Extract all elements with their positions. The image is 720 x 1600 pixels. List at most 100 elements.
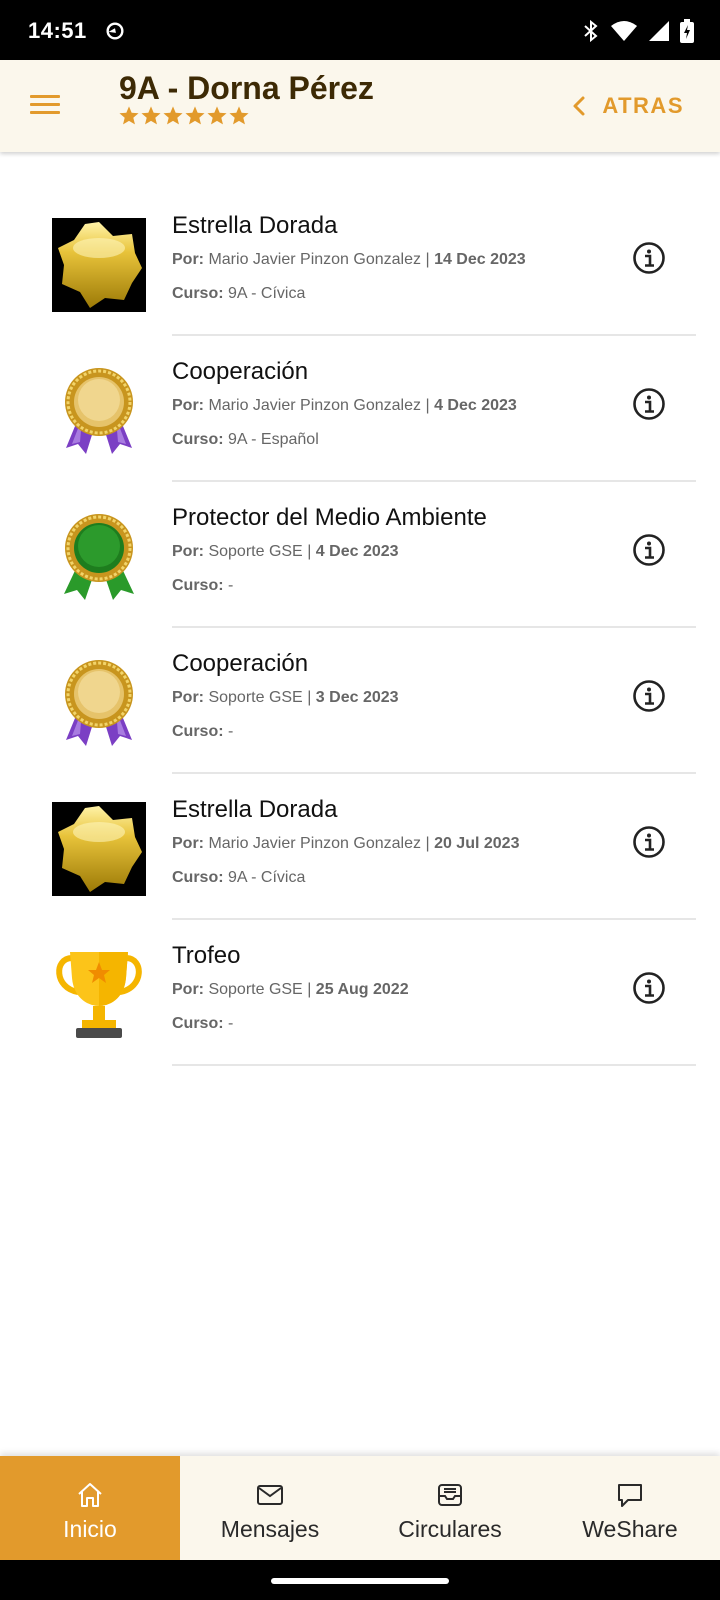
bottom-navigation: Inicio Mensajes Circulares WeShare [0, 1456, 720, 1560]
green-medal-icon [52, 510, 146, 604]
star-icon [185, 106, 205, 125]
award-course-line: Curso: 9A - Cívica [172, 868, 612, 888]
star-icon [119, 106, 139, 125]
award-author: Mario Javier Pinzon Gonzalez [208, 251, 421, 268]
inbox-icon [435, 1480, 465, 1510]
separator: | [307, 689, 312, 706]
course-label: Curso: [172, 577, 224, 594]
by-label: Por: [172, 981, 204, 998]
award-course: 9A - Cívica [228, 869, 306, 886]
course-label: Curso: [172, 431, 224, 448]
info-icon [632, 388, 666, 425]
tab-label: Mensajes [220, 1516, 320, 1542]
award-course: 9A - Cívica [228, 285, 306, 302]
hamburger-menu-icon [30, 95, 60, 114]
back-button[interactable]: ATRAS [572, 90, 684, 122]
chevron-left-icon [573, 96, 585, 116]
gold-medal-purple-ribbon-icon [52, 364, 146, 458]
by-label: Por: [172, 251, 204, 268]
chat-bubble-icon [615, 1480, 645, 1510]
page-title: 9A - Dorna Pérez [119, 70, 374, 106]
award-meta: Por: Soporte GSE | 3 Dec 2023 [172, 688, 612, 708]
award-author: Mario Javier Pinzon Gonzalez [208, 835, 421, 852]
award-title: Cooperación [172, 650, 309, 677]
separator: | [307, 543, 312, 560]
tab-circulares[interactable]: Circulares [360, 1456, 540, 1560]
signal-icon [649, 21, 669, 41]
info-button[interactable] [632, 825, 666, 859]
course-label: Curso: [172, 869, 224, 886]
award-meta: Por: Soporte GSE | 25 Aug 2022 [172, 980, 612, 1000]
award-course-line: Curso: - [172, 1014, 612, 1034]
tab-weshare[interactable]: WeShare [540, 1456, 720, 1560]
award-course: - [228, 577, 234, 594]
star-rating [118, 105, 250, 131]
status-icons [582, 18, 694, 44]
separator: | [425, 835, 430, 852]
award-course-line: Curso: - [172, 722, 612, 742]
status-time: 14:51 [28, 18, 87, 43]
award-item[interactable]: Cooperación Por: Soporte GSE | 3 Dec 202… [0, 628, 720, 774]
award-item[interactable]: Estrella Dorada Por: Mario Javier Pinzon… [0, 774, 720, 920]
back-label: ATRAS [602, 93, 684, 118]
tab-inicio[interactable]: Inicio [0, 1456, 180, 1560]
wifi-icon [611, 21, 637, 41]
award-meta: Por: Soporte GSE | 4 Dec 2023 [172, 542, 612, 562]
envelope-icon [255, 1480, 285, 1510]
gold-star-icon [52, 802, 146, 896]
info-button[interactable] [632, 387, 666, 421]
award-date: 4 Dec 2023 [315, 543, 399, 560]
award-course: - [228, 723, 234, 740]
app-header: 9A - Dorna Pérez ATRAS [0, 60, 720, 152]
award-course-line: Curso: - [172, 576, 612, 596]
menu-button[interactable] [28, 90, 64, 120]
by-label: Por: [172, 835, 204, 852]
info-button[interactable] [632, 679, 666, 713]
by-label: Por: [172, 689, 204, 706]
info-icon [632, 680, 666, 717]
star-icon [163, 106, 183, 125]
award-date: 20 Jul 2023 [434, 835, 520, 852]
info-button[interactable] [632, 971, 666, 1005]
info-icon [632, 826, 666, 863]
divider [172, 1064, 696, 1066]
award-title: Estrella Dorada [172, 796, 338, 823]
by-label: Por: [172, 397, 204, 414]
award-date: 3 Dec 2023 [315, 689, 399, 706]
award-item[interactable]: Protector del Medio Ambiente Por: Soport… [0, 482, 720, 628]
star-icon [229, 106, 249, 125]
info-button[interactable] [632, 241, 666, 275]
home-gesture-bar[interactable] [271, 1578, 449, 1584]
course-label: Curso: [172, 285, 224, 302]
by-label: Por: [172, 543, 204, 560]
award-meta: Por: Mario Javier Pinzon Gonzalez | 20 J… [172, 834, 612, 854]
battery-icon [680, 19, 694, 43]
award-item[interactable]: Cooperación Por: Mario Javier Pinzon Gon… [0, 336, 720, 482]
gold-star-icon [52, 218, 146, 312]
separator: | [425, 251, 430, 268]
separator: | [307, 981, 312, 998]
awards-list: Estrella Dorada Por: Mario Javier Pinzon… [0, 190, 720, 1066]
star-icon [207, 106, 227, 125]
sync-icon [106, 22, 124, 40]
separator: | [425, 397, 430, 414]
tab-mensajes[interactable]: Mensajes [180, 1456, 360, 1560]
award-author: Mario Javier Pinzon Gonzalez [208, 397, 421, 414]
star-icon [141, 106, 161, 125]
award-author: Soporte GSE [208, 543, 303, 560]
award-date: 14 Dec 2023 [434, 251, 526, 268]
info-icon [632, 972, 666, 1009]
course-label: Curso: [172, 723, 224, 740]
system-gesture-area [0, 1560, 720, 1600]
bluetooth-icon [584, 19, 598, 43]
award-course: 9A - Español [228, 431, 319, 448]
award-author: Soporte GSE [208, 981, 303, 998]
award-item[interactable]: Trofeo Por: Soporte GSE | 25 Aug 2022 Cu… [0, 920, 720, 1066]
award-meta: Por: Mario Javier Pinzon Gonzalez | 14 D… [172, 250, 612, 270]
award-course: - [228, 1015, 234, 1032]
award-item[interactable]: Estrella Dorada Por: Mario Javier Pinzon… [0, 190, 720, 336]
info-button[interactable] [632, 533, 666, 567]
info-icon [632, 534, 666, 571]
course-label: Curso: [172, 1015, 224, 1032]
award-course-line: Curso: 9A - Cívica [172, 284, 612, 304]
